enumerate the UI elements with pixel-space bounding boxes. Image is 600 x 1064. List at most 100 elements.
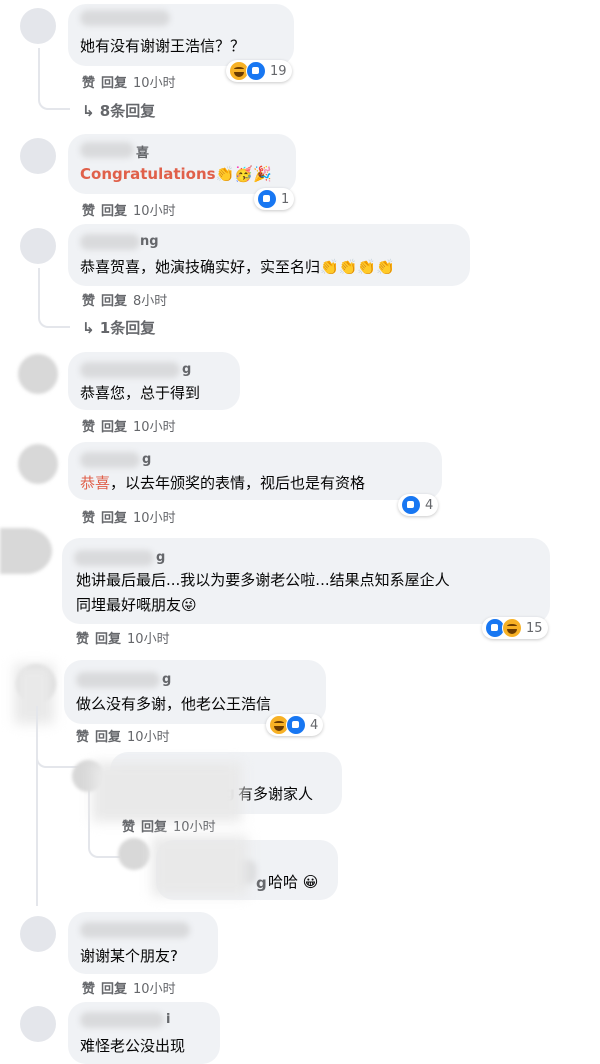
reply-text: 有多谢家人 xyxy=(238,785,314,803)
comment-text: 她有没有谢谢王浩信？？ xyxy=(80,37,246,55)
reply-actions: 赞回复 10小时 xyxy=(122,816,216,835)
avatar[interactable] xyxy=(20,1006,56,1042)
commenter-name[interactable]: i xyxy=(166,1012,170,1027)
reaction-summary[interactable]: 15 xyxy=(482,617,548,639)
comment-bubble: g 恭喜，以去年颁奖的表情，视后也是有资格 xyxy=(68,442,442,500)
comment-bubble: 她有没有谢谢王浩信？？ xyxy=(68,4,294,66)
reply-button[interactable]: 回复 xyxy=(95,730,121,745)
commenter-name[interactable]: g xyxy=(182,362,191,377)
comment-bubble: 喜 Congratulations👏🥳🎉 xyxy=(68,134,296,194)
commenter-name[interactable]: g xyxy=(156,550,165,565)
comment-actions: 赞回复 10小时 xyxy=(82,416,176,435)
like-button[interactable]: 赞 xyxy=(76,730,89,745)
reply-button[interactable]: 回复 xyxy=(141,820,167,835)
reaction-summary[interactable]: 4 xyxy=(266,714,324,736)
timestamp[interactable]: 10小时 xyxy=(173,820,216,835)
emoji: 👏👏👏👏 xyxy=(320,258,395,276)
like-icon xyxy=(257,189,277,209)
redaction-blur xyxy=(92,762,242,822)
comment-actions: 赞回复 10小时 xyxy=(82,507,176,526)
commenter-name-blur xyxy=(74,550,154,566)
comment-actions: 赞回复 10小时 xyxy=(76,628,170,647)
commenter-name[interactable]: g xyxy=(256,874,267,892)
emoji: 😀 xyxy=(302,873,319,891)
like-icon xyxy=(246,61,266,81)
avatar[interactable] xyxy=(18,354,58,394)
avatar[interactable] xyxy=(0,528,52,574)
view-replies-link[interactable]: ↳ 1条回复 xyxy=(82,317,155,338)
comment-text-accent: 恭喜 xyxy=(80,474,111,492)
emoji: 👏🥳🎉 xyxy=(215,165,272,183)
redaction-blur xyxy=(152,836,248,896)
avatar[interactable] xyxy=(20,8,56,44)
like-button[interactable]: 赞 xyxy=(76,632,89,647)
comment-text-accent: Congratulations xyxy=(80,165,216,183)
reaction-count: 4 xyxy=(310,717,319,733)
comment-text-body: 同埋最好嘅朋友 xyxy=(76,596,182,614)
comment-text: 恭喜您，总于得到 xyxy=(80,384,201,402)
comment-actions: 赞回复 10小时 xyxy=(76,726,170,745)
avatar[interactable] xyxy=(20,138,56,174)
emoji: 😜 xyxy=(181,596,197,614)
avatar[interactable] xyxy=(20,228,56,264)
like-icon xyxy=(286,715,306,735)
avatar[interactable] xyxy=(118,838,150,870)
reaction-count: 15 xyxy=(526,620,543,636)
commenter-name-blur xyxy=(80,142,134,158)
reply-button[interactable]: 回复 xyxy=(101,982,127,997)
comment-bubble: g 她讲最后最后...我以为要多谢老公啦...结果点知系屋企人 同埋最好嘅朋友😜 xyxy=(62,538,550,624)
reply-button[interactable]: 回复 xyxy=(101,511,127,526)
reaction-summary[interactable]: 19 xyxy=(226,60,292,82)
view-replies-link[interactable]: ↳ 8条回复 xyxy=(82,100,155,121)
timestamp[interactable]: 10小时 xyxy=(133,420,176,435)
reaction-summary[interactable]: 1 xyxy=(254,188,295,210)
thread-line xyxy=(38,268,40,310)
reaction-summary[interactable]: 4 xyxy=(398,494,439,516)
comment-bubble: ng 恭喜贺喜，她演技确实好，实至名归👏👏👏👏 xyxy=(68,224,470,286)
timestamp[interactable]: 10小时 xyxy=(133,76,176,91)
commenter-name[interactable]: 喜 xyxy=(136,142,149,161)
reply-text-body: 哈哈 xyxy=(268,873,299,891)
thread-line xyxy=(36,706,38,906)
comment-text-line-2: 同埋最好嘅朋友😜 xyxy=(76,595,197,616)
reply-button[interactable]: 回复 xyxy=(101,76,127,91)
timestamp[interactable]: 10小时 xyxy=(127,730,170,745)
comment-text: Congratulations👏🥳🎉 xyxy=(80,164,272,185)
commenter-name[interactable] xyxy=(80,10,170,26)
reply-button[interactable]: 回复 xyxy=(101,204,127,219)
thread-connector xyxy=(88,838,120,858)
timestamp[interactable]: 10小时 xyxy=(133,204,176,219)
like-button[interactable]: 赞 xyxy=(122,820,135,835)
like-button[interactable]: 赞 xyxy=(82,511,95,526)
timestamp[interactable]: 10小时 xyxy=(127,632,170,647)
comment-bubble: 谢谢某个朋友? xyxy=(68,912,218,974)
commenter-name[interactable]: g xyxy=(162,672,171,687)
like-button[interactable]: 赞 xyxy=(82,420,95,435)
avatar[interactable] xyxy=(20,916,56,952)
haha-icon xyxy=(502,618,522,638)
reply-button[interactable]: 回复 xyxy=(101,294,127,309)
timestamp[interactable]: 10小时 xyxy=(133,511,176,526)
comment-text: 谢谢某个朋友? xyxy=(80,947,178,965)
comment-actions: 赞回复 8小时 xyxy=(82,290,167,309)
like-button[interactable]: 赞 xyxy=(82,76,95,91)
commenter-name-blur xyxy=(76,672,160,688)
thread-line xyxy=(38,48,40,92)
reply-button[interactable]: 回复 xyxy=(95,632,121,647)
reply-button[interactable]: 回复 xyxy=(101,420,127,435)
commenter-name-blur xyxy=(80,452,140,468)
comment-text-body: ，以去年颁奖的表情，视后也是有资格 xyxy=(110,474,366,492)
commenter-name[interactable]: g xyxy=(142,452,151,467)
like-button[interactable]: 赞 xyxy=(82,204,95,219)
like-button[interactable]: 赞 xyxy=(82,294,95,309)
timestamp[interactable]: 8小时 xyxy=(133,294,167,309)
avatar[interactable] xyxy=(18,444,58,484)
comment-bubble: g 恭喜您，总于得到 xyxy=(68,352,240,410)
comment-actions: 赞回复 10小时 xyxy=(82,72,176,91)
timestamp[interactable]: 10小时 xyxy=(133,982,176,997)
thread-connector xyxy=(38,88,70,110)
comment-actions: 赞回复 10小时 xyxy=(82,200,176,219)
commenter-name[interactable]: ng xyxy=(140,234,159,249)
reaction-count: 4 xyxy=(425,497,434,513)
like-button[interactable]: 赞 xyxy=(82,982,95,997)
